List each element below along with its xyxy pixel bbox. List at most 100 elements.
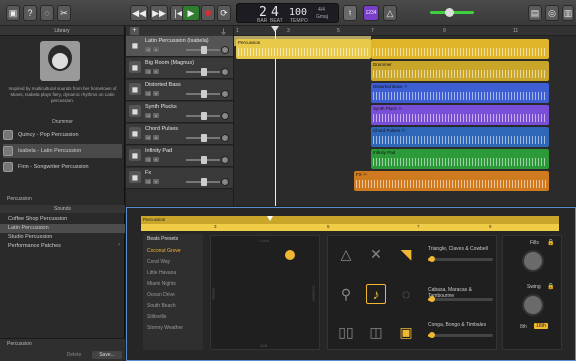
pan-knob[interactable] (221, 112, 229, 120)
track-header[interactable]: ◼ Infinity Pad ◁ ◖ (126, 146, 233, 167)
tuner-icon[interactable]: ♮ (343, 5, 357, 21)
track-volume-handle[interactable] (201, 178, 207, 186)
track-region[interactable]: Infinity Pad (371, 149, 549, 169)
track-region[interactable]: FX ♾ (354, 171, 549, 191)
loop-browser-icon[interactable]: ◎ (545, 5, 559, 21)
ruler[interactable] (234, 26, 576, 36)
conga-icon[interactable]: ▯▯ (336, 322, 356, 342)
preset-item[interactable]: Coral Way (143, 257, 203, 267)
lcd-display[interactable]: 2 4 BAR BEAT 100 TEMPO 4/4 Gmaj (236, 3, 339, 24)
cycle-button[interactable]: ⟳ (217, 5, 231, 21)
preset-item[interactable]: Miami Nights (143, 279, 203, 289)
swing-16th-button[interactable]: 16th (534, 323, 548, 329)
track-volume-handle[interactable] (201, 68, 207, 76)
forward-button[interactable]: ▶▶ (150, 5, 168, 21)
track-region[interactable]: Drummer (371, 61, 549, 81)
triangle-icon[interactable]: △ (336, 244, 356, 264)
track-name[interactable]: Synth Plucks (145, 104, 177, 110)
solo-button[interactable]: ◖ (153, 69, 159, 74)
notepad-icon[interactable]: ▤ (528, 5, 542, 21)
sound-item-selected[interactable]: Latin Percussion (0, 224, 125, 233)
track-region[interactable]: Percussion (236, 39, 371, 59)
save-button[interactable]: Save... (92, 351, 122, 359)
bongo-icon[interactable]: ◫ (366, 322, 386, 342)
solo-button[interactable]: ◖ (153, 113, 159, 118)
record-button[interactable] (201, 5, 215, 21)
pan-knob[interactable] (221, 90, 229, 98)
track-name[interactable]: Big Room (Magnus) (145, 60, 194, 66)
editors-scissors-icon[interactable]: ✂ (57, 5, 71, 21)
mute-button[interactable]: ◁ (145, 135, 151, 140)
track-header[interactable]: ◼ Big Room (Magnus) ◁ ◖ (126, 58, 233, 79)
timbales-icon[interactable]: ▣ (396, 322, 416, 342)
smart-controls-icon[interactable]: ◌ (40, 5, 54, 21)
preset-item[interactable]: South Beach (143, 301, 203, 311)
delete-button[interactable]: Delete (60, 351, 88, 359)
track-header[interactable]: ◼ Distorted Bass ◁ ◖ (126, 80, 233, 101)
track-region[interactable] (371, 39, 549, 59)
claves-icon[interactable]: ✕ (366, 244, 386, 264)
rewind-button[interactable]: ◀◀ (130, 5, 148, 21)
group-slider[interactable] (428, 296, 493, 302)
track-name[interactable]: Infinity Pad (145, 148, 172, 154)
tambourine-icon[interactable]: ♪ (366, 284, 386, 304)
help-icon[interactable]: ? (23, 5, 37, 21)
pan-knob[interactable] (221, 156, 229, 164)
track-volume-handle[interactable] (201, 90, 207, 98)
preset-item[interactable]: Stormy Weather (143, 323, 203, 333)
drummer-item[interactable]: Finn - Songwriter Percussion (3, 160, 122, 174)
track-name[interactable]: Latin Percussion (Isabela) (145, 38, 209, 44)
group-slider[interactable] (428, 256, 493, 262)
pan-knob[interactable] (221, 46, 229, 54)
media-browser-icon[interactable]: ▥ (562, 5, 574, 21)
track-region[interactable]: Synth Pluck ♾ (371, 105, 549, 125)
swing-8th-button[interactable]: 8th (520, 324, 527, 330)
track-name[interactable]: Fx (145, 170, 151, 176)
track-region[interactable]: Chord Pulses ♾ (371, 127, 549, 147)
preset-item[interactable]: Coconut Grove (143, 246, 203, 256)
swing-knob[interactable] (522, 294, 544, 316)
drummer-item-selected[interactable]: Isabela - Latin Percussion (3, 144, 122, 158)
preset-item[interactable]: Stiltsville (143, 312, 203, 322)
track-header[interactable]: ◼ Synth Plucks ◁ ◖ (126, 102, 233, 123)
xy-pad-puck[interactable] (285, 250, 295, 260)
track-region[interactable]: Distorted Bass ♾ (371, 83, 549, 103)
mute-button[interactable]: ◁ (145, 113, 151, 118)
track-header[interactable]: ◼ Chord Pulses ◁ ◖ (126, 124, 233, 145)
solo-button[interactable]: ◖ (153, 157, 159, 162)
sound-item[interactable]: Coffee Shop Percussion (0, 215, 125, 224)
library-icon[interactable]: ▣ (6, 5, 20, 21)
master-volume-knob[interactable] (445, 8, 454, 17)
mute-button[interactable]: ◁ (145, 179, 151, 184)
metronome-icon[interactable]: △ (383, 5, 397, 21)
lock-icon[interactable]: 🔒 (547, 239, 554, 246)
editor-region-header[interactable]: Percussion (141, 216, 559, 224)
solo-button[interactable]: ◖ (153, 91, 159, 96)
solo-button[interactable]: ◖ (153, 47, 159, 52)
pan-knob[interactable] (221, 178, 229, 186)
count-in-button[interactable]: 1234 (363, 5, 379, 21)
playhead-handle[interactable] (271, 26, 279, 32)
mute-button[interactable]: ◁ (145, 47, 151, 52)
track-header[interactable]: ◼ Fx ◁ ◖ (126, 168, 233, 189)
sound-item[interactable]: Performance Patches (0, 242, 125, 251)
lock-icon[interactable]: 🔒 (547, 283, 554, 290)
cabasa-icon[interactable]: ◌ (396, 284, 416, 304)
group-slider[interactable] (428, 332, 493, 338)
track-volume-handle[interactable] (201, 46, 207, 54)
track-volume-handle[interactable] (201, 134, 207, 142)
editor-playhead-icon[interactable] (267, 216, 273, 221)
play-button[interactable]: ▶ (182, 5, 200, 21)
maracas-icon[interactable]: ⚲ (336, 284, 356, 304)
track-volume-handle[interactable] (201, 156, 207, 164)
solo-button[interactable]: ◖ (153, 135, 159, 140)
pan-knob[interactable] (221, 68, 229, 76)
track-name[interactable]: Distorted Bass (145, 82, 181, 88)
mute-button[interactable]: ◁ (145, 69, 151, 74)
add-track-button[interactable]: + (130, 27, 139, 35)
mute-button[interactable]: ◁ (145, 157, 151, 162)
solo-button[interactable]: ◖ (153, 179, 159, 184)
track-name[interactable]: Chord Pulses (145, 126, 178, 132)
preset-item[interactable]: Ocean Drive (143, 290, 203, 300)
library-category[interactable]: Percussion (7, 196, 32, 202)
